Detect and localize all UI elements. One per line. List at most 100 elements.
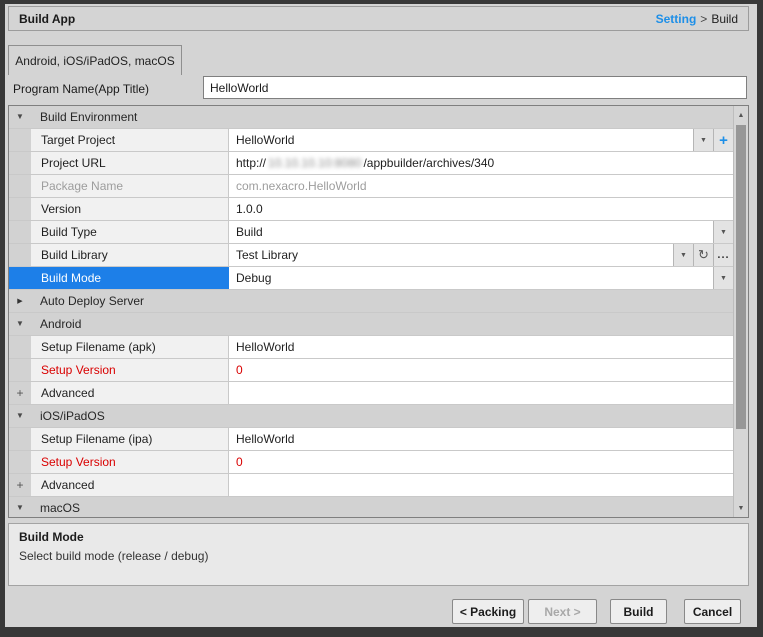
property-description-panel: Build Mode Select build mode (release / … [8, 523, 749, 586]
grid-row-target-project[interactable]: Target Project HelloWorld ▼ + [9, 129, 733, 152]
grid-row-project-url[interactable]: Project URL http:// 10.10.10.10:8080 /ap… [9, 152, 733, 175]
add-project-button[interactable]: + [713, 129, 733, 151]
url-prefix: http:// [236, 156, 266, 170]
cancel-button[interactable]: Cancel [684, 599, 741, 624]
row-expander[interactable]: + [9, 474, 31, 496]
grid-row-build-mode[interactable]: Build Mode Debug ▼ [9, 267, 733, 290]
group-row-android[interactable]: ▼ Android [9, 313, 733, 336]
property-grid-rows: ▼ Build Environment Target Project Hello… [9, 106, 733, 517]
tab-android-ios-macos[interactable]: Android, iOS/iPadOS, macOS [8, 45, 182, 75]
browse-library-button[interactable]: ... [713, 244, 733, 266]
collapse-icon: ▼ [16, 412, 24, 420]
row-expander[interactable]: ▶ [9, 290, 31, 312]
refresh-icon: ↻ [698, 247, 709, 263]
group-label: Build Environment [31, 106, 137, 128]
setup-filename-ipa-field[interactable]: HelloWorld [229, 428, 733, 450]
project-url-field[interactable]: http:// 10.10.10.10:8080 /appbuilder/arc… [229, 152, 733, 174]
expand-plus-icon: + [16, 479, 23, 491]
target-project-dropdown-button[interactable]: ▼ [693, 129, 713, 151]
dialog-titlebar: Build App Setting > Build [8, 6, 749, 31]
row-expander[interactable]: ▼ [9, 405, 31, 427]
group-row-macos[interactable]: ▼ macOS [9, 497, 733, 517]
prop-label-selected: Build Mode [31, 267, 229, 289]
prop-label: Build Type [31, 221, 229, 243]
row-expander[interactable]: ▼ [9, 106, 31, 128]
row-indent [9, 451, 31, 473]
build-mode-dropdown-button[interactable]: ▼ [713, 267, 733, 289]
target-project-field[interactable]: HelloWorld [229, 129, 693, 151]
grid-row-setup-filename-apk[interactable]: Setup Filename (apk) HelloWorld [9, 336, 733, 359]
prop-label: Setup Filename (apk) [31, 336, 229, 358]
row-indent [9, 221, 31, 243]
build-app-dialog: Build App Setting > Build Android, iOS/i… [0, 0, 763, 637]
packing-button[interactable]: < Packing [452, 599, 524, 624]
prop-label-error: Setup Version [31, 359, 229, 381]
build-type-dropdown-button[interactable]: ▼ [713, 221, 733, 243]
prop-label: Target Project [31, 129, 229, 151]
prop-label: Version [31, 198, 229, 220]
row-expander[interactable]: ▼ [9, 497, 31, 517]
advanced-android-field [229, 382, 733, 404]
grid-row-setup-version-apk[interactable]: Setup Version 0 [9, 359, 733, 382]
grid-row-build-type[interactable]: Build Type Build ▼ [9, 221, 733, 244]
package-name-field: com.nexacro.HelloWorld [229, 175, 733, 197]
group-label: iOS/iPadOS [31, 405, 105, 427]
row-indent [9, 175, 31, 197]
breadcrumb-current: Build [711, 12, 738, 26]
collapse-icon: ▼ [16, 113, 24, 121]
scroll-down-button[interactable]: ▼ [734, 501, 748, 515]
row-expander[interactable]: + [9, 382, 31, 404]
prop-label: Build Library [31, 244, 229, 266]
prop-label: Setup Filename (ipa) [31, 428, 229, 450]
grid-row-package-name[interactable]: Package Name com.nexacro.HelloWorld [9, 175, 733, 198]
plus-icon: + [719, 132, 728, 149]
grid-row-build-library[interactable]: Build Library Test Library ▼ ↻ ... [9, 244, 733, 267]
grid-row-version[interactable]: Version 1.0.0 [9, 198, 733, 221]
version-field[interactable]: 1.0.0 [229, 198, 733, 220]
dialog-title: Build App [19, 12, 75, 26]
prop-label: Advanced [31, 474, 229, 496]
chevron-down-icon: ▼ [720, 229, 727, 236]
setup-version-ipa-field[interactable]: 0 [229, 451, 733, 473]
refresh-library-button[interactable]: ↻ [693, 244, 713, 266]
url-suffix: /appbuilder/archives/340 [363, 156, 494, 170]
scroll-up-button[interactable]: ▲ [734, 108, 748, 122]
group-row-ios-ipados[interactable]: ▼ iOS/iPadOS [9, 405, 733, 428]
url-redacted-segment: 10.10.10.10:8080 [268, 156, 361, 170]
setup-version-apk-field[interactable]: 0 [229, 359, 733, 381]
build-type-field[interactable]: Build [229, 221, 713, 243]
action-button-row: < Packing Next > Build Cancel [5, 599, 741, 624]
row-indent [9, 428, 31, 450]
grid-row-advanced-ios[interactable]: + Advanced [9, 474, 733, 497]
row-indent [9, 267, 31, 289]
breadcrumb-setting-link[interactable]: Setting [656, 12, 697, 26]
program-name-label: Program Name(App Title) [13, 78, 149, 100]
grid-row-setup-version-ipa[interactable]: Setup Version 0 [9, 451, 733, 474]
build-library-field[interactable]: Test Library [229, 244, 673, 266]
grid-row-advanced-android[interactable]: + Advanced [9, 382, 733, 405]
grid-scrollbar[interactable]: ▲ ▼ [733, 106, 748, 517]
group-row-build-environment[interactable]: ▼ Build Environment [9, 106, 733, 129]
chevron-down-icon: ▼ [680, 252, 687, 259]
dialog-content: Build App Setting > Build Android, iOS/i… [5, 4, 757, 627]
prop-label: Advanced [31, 382, 229, 404]
row-indent [9, 336, 31, 358]
group-row-auto-deploy-server[interactable]: ▶ Auto Deploy Server [9, 290, 733, 313]
row-indent [9, 198, 31, 220]
program-name-input[interactable] [203, 76, 747, 99]
setup-filename-apk-field[interactable]: HelloWorld [229, 336, 733, 358]
breadcrumb: Setting > Build [656, 12, 738, 26]
row-indent [9, 129, 31, 151]
scroll-down-icon: ▼ [738, 505, 745, 512]
prop-label: Package Name [31, 175, 229, 197]
grid-row-setup-filename-ipa[interactable]: Setup Filename (ipa) HelloWorld [9, 428, 733, 451]
build-button[interactable]: Build [610, 599, 667, 624]
build-mode-field[interactable]: Debug [229, 267, 713, 289]
group-label: Auto Deploy Server [31, 290, 144, 312]
row-indent [9, 152, 31, 174]
row-expander[interactable]: ▼ [9, 313, 31, 335]
chevron-down-icon: ▼ [700, 137, 707, 144]
expand-plus-icon: + [16, 387, 23, 399]
scrollbar-thumb[interactable] [736, 125, 746, 429]
build-library-dropdown-button[interactable]: ▼ [673, 244, 693, 266]
